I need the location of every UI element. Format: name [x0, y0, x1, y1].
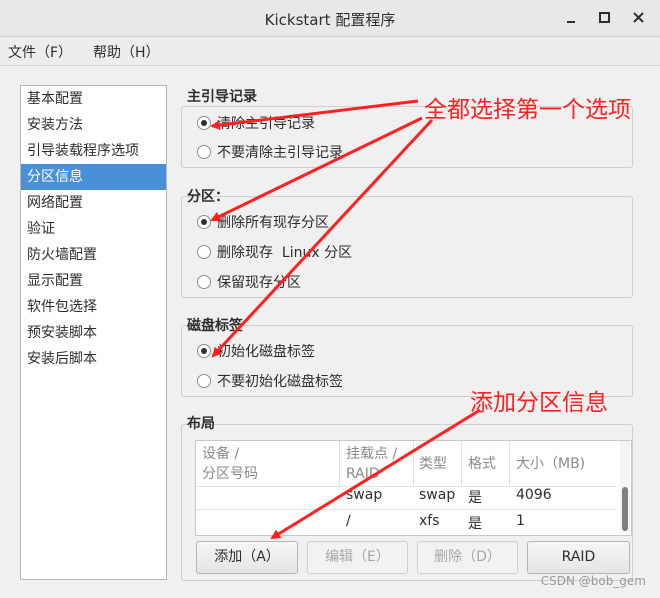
column-header-mount-line2: RAID	[346, 466, 380, 482]
sidebar: 基本配置 安装方法 引导装载程序选项 分区信息 网络配置 验证 防火墙配置 显示…	[20, 85, 167, 580]
mbr-title: 主引导记录	[187, 89, 257, 105]
minimize-icon[interactable]	[562, 8, 582, 28]
delete-button[interactable]: 删除（D）	[417, 541, 518, 574]
close-icon[interactable]	[630, 8, 650, 28]
column-header-device[interactable]: 设备 / 分区号码	[196, 441, 340, 486]
annotation-select-first: 全都选择第一个选项	[424, 97, 631, 123]
row-2-type: xfs	[419, 513, 440, 529]
mbr-option-keep[interactable]: 不要清除主引导记录	[197, 142, 343, 164]
radio-unchecked-icon[interactable]	[197, 145, 211, 159]
sidebar-item-packages[interactable]: 软件包选择	[21, 294, 166, 320]
edit-button[interactable]: 编辑（E）	[307, 541, 408, 574]
menu-bar: 文件（F） 帮助（H）	[0, 37, 660, 66]
row-2-mount: /	[346, 513, 351, 529]
column-header-mount-line1: 挂载点 /	[346, 446, 398, 462]
radio-checked-icon[interactable]	[197, 215, 211, 229]
row-1-format: 是	[468, 490, 482, 506]
column-header-mount[interactable]: 挂载点 / RAID	[341, 441, 414, 486]
column-header-device-line2: 分区号码	[202, 466, 258, 482]
sidebar-item-post-script[interactable]: 安装后脚本	[21, 346, 166, 372]
partition-option-keep-label: 保留现存分区	[217, 275, 301, 291]
row-divider	[196, 509, 616, 510]
sidebar-item-pre-script[interactable]: 预安装脚本	[21, 320, 166, 346]
radio-unchecked-icon[interactable]	[197, 245, 211, 259]
row-1-type: swap	[419, 487, 456, 503]
add-button[interactable]: 添加（A）	[196, 541, 298, 574]
column-header-format-label: 格式	[468, 456, 496, 472]
row-1-size: 4096	[516, 487, 552, 503]
mbr-option-clear[interactable]: 清除主引导记录	[197, 113, 315, 135]
partition-option-delete-linux[interactable]: 删除现存 Linux 分区	[197, 242, 352, 264]
radio-unchecked-icon[interactable]	[197, 275, 211, 289]
sidebar-item-network[interactable]: 网络配置	[21, 190, 166, 216]
sidebar-item-basic-config[interactable]: 基本配置	[21, 86, 166, 112]
sidebar-item-partition-info[interactable]: 分区信息	[21, 164, 166, 190]
raid-button[interactable]: RAID	[527, 541, 630, 574]
mbr-option-clear-label: 清除主引导记录	[217, 116, 315, 132]
column-header-type-label: 类型	[419, 456, 447, 472]
mbr-option-keep-label: 不要清除主引导记录	[217, 145, 343, 161]
partition-table[interactable]: 设备 / 分区号码 挂载点 / RAID 类型 格式 大小（MB) swap s…	[195, 440, 632, 536]
column-header-size-label: 大小（MB)	[516, 456, 586, 472]
maximize-icon[interactable]	[596, 8, 616, 28]
table-scrollbar-thumb[interactable]	[622, 487, 628, 531]
partition-option-delete-all-label: 删除所有现存分区	[217, 215, 329, 231]
disk-label-option-no-init[interactable]: 不要初始化磁盘标签	[197, 371, 343, 393]
sidebar-item-authentication[interactable]: 验证	[21, 216, 166, 242]
row-2-size: 1	[516, 513, 525, 529]
radio-unchecked-icon[interactable]	[197, 374, 211, 388]
layout-title: 布局	[187, 416, 215, 432]
partition-option-delete-linux-label: 删除现存 Linux 分区	[217, 245, 353, 261]
partition-option-delete-all[interactable]: 删除所有现存分区	[197, 212, 329, 234]
row-2-format: 是	[468, 516, 482, 532]
radio-checked-icon[interactable]	[197, 116, 211, 130]
column-header-format[interactable]: 格式	[463, 441, 510, 486]
header-divider	[196, 486, 616, 487]
disk-label-option-init[interactable]: 初始化磁盘标签	[197, 341, 315, 363]
disk-label-title: 磁盘标签	[187, 318, 243, 334]
column-header-size[interactable]: 大小（MB)	[511, 441, 616, 486]
radio-checked-icon[interactable]	[197, 344, 211, 358]
menu-help[interactable]: 帮助（H）	[93, 42, 160, 62]
row-1-mount: swap	[346, 487, 383, 503]
disk-label-option-init-label: 初始化磁盘标签	[217, 344, 315, 360]
column-header-device-line1: 设备 /	[202, 446, 240, 462]
column-header-type[interactable]: 类型	[415, 441, 462, 486]
partition-option-keep[interactable]: 保留现存分区	[197, 272, 301, 294]
sidebar-item-bootloader[interactable]: 引导装载程序选项	[21, 138, 166, 164]
menu-file[interactable]: 文件（F）	[8, 42, 72, 62]
sidebar-item-install-method[interactable]: 安装方法	[21, 112, 166, 138]
annotation-add-partition: 添加分区信息	[470, 390, 608, 416]
sidebar-item-display[interactable]: 显示配置	[21, 268, 166, 294]
sidebar-item-firewall[interactable]: 防火墙配置	[21, 242, 166, 268]
partitions-title: 分区：	[187, 189, 229, 205]
watermark: CSDN @bob_gem	[540, 574, 646, 588]
title-bar: Kickstart 配置程序	[0, 0, 660, 37]
disk-label-option-no-init-label: 不要初始化磁盘标签	[217, 374, 343, 390]
window-title: Kickstart 配置程序	[264, 11, 396, 29]
